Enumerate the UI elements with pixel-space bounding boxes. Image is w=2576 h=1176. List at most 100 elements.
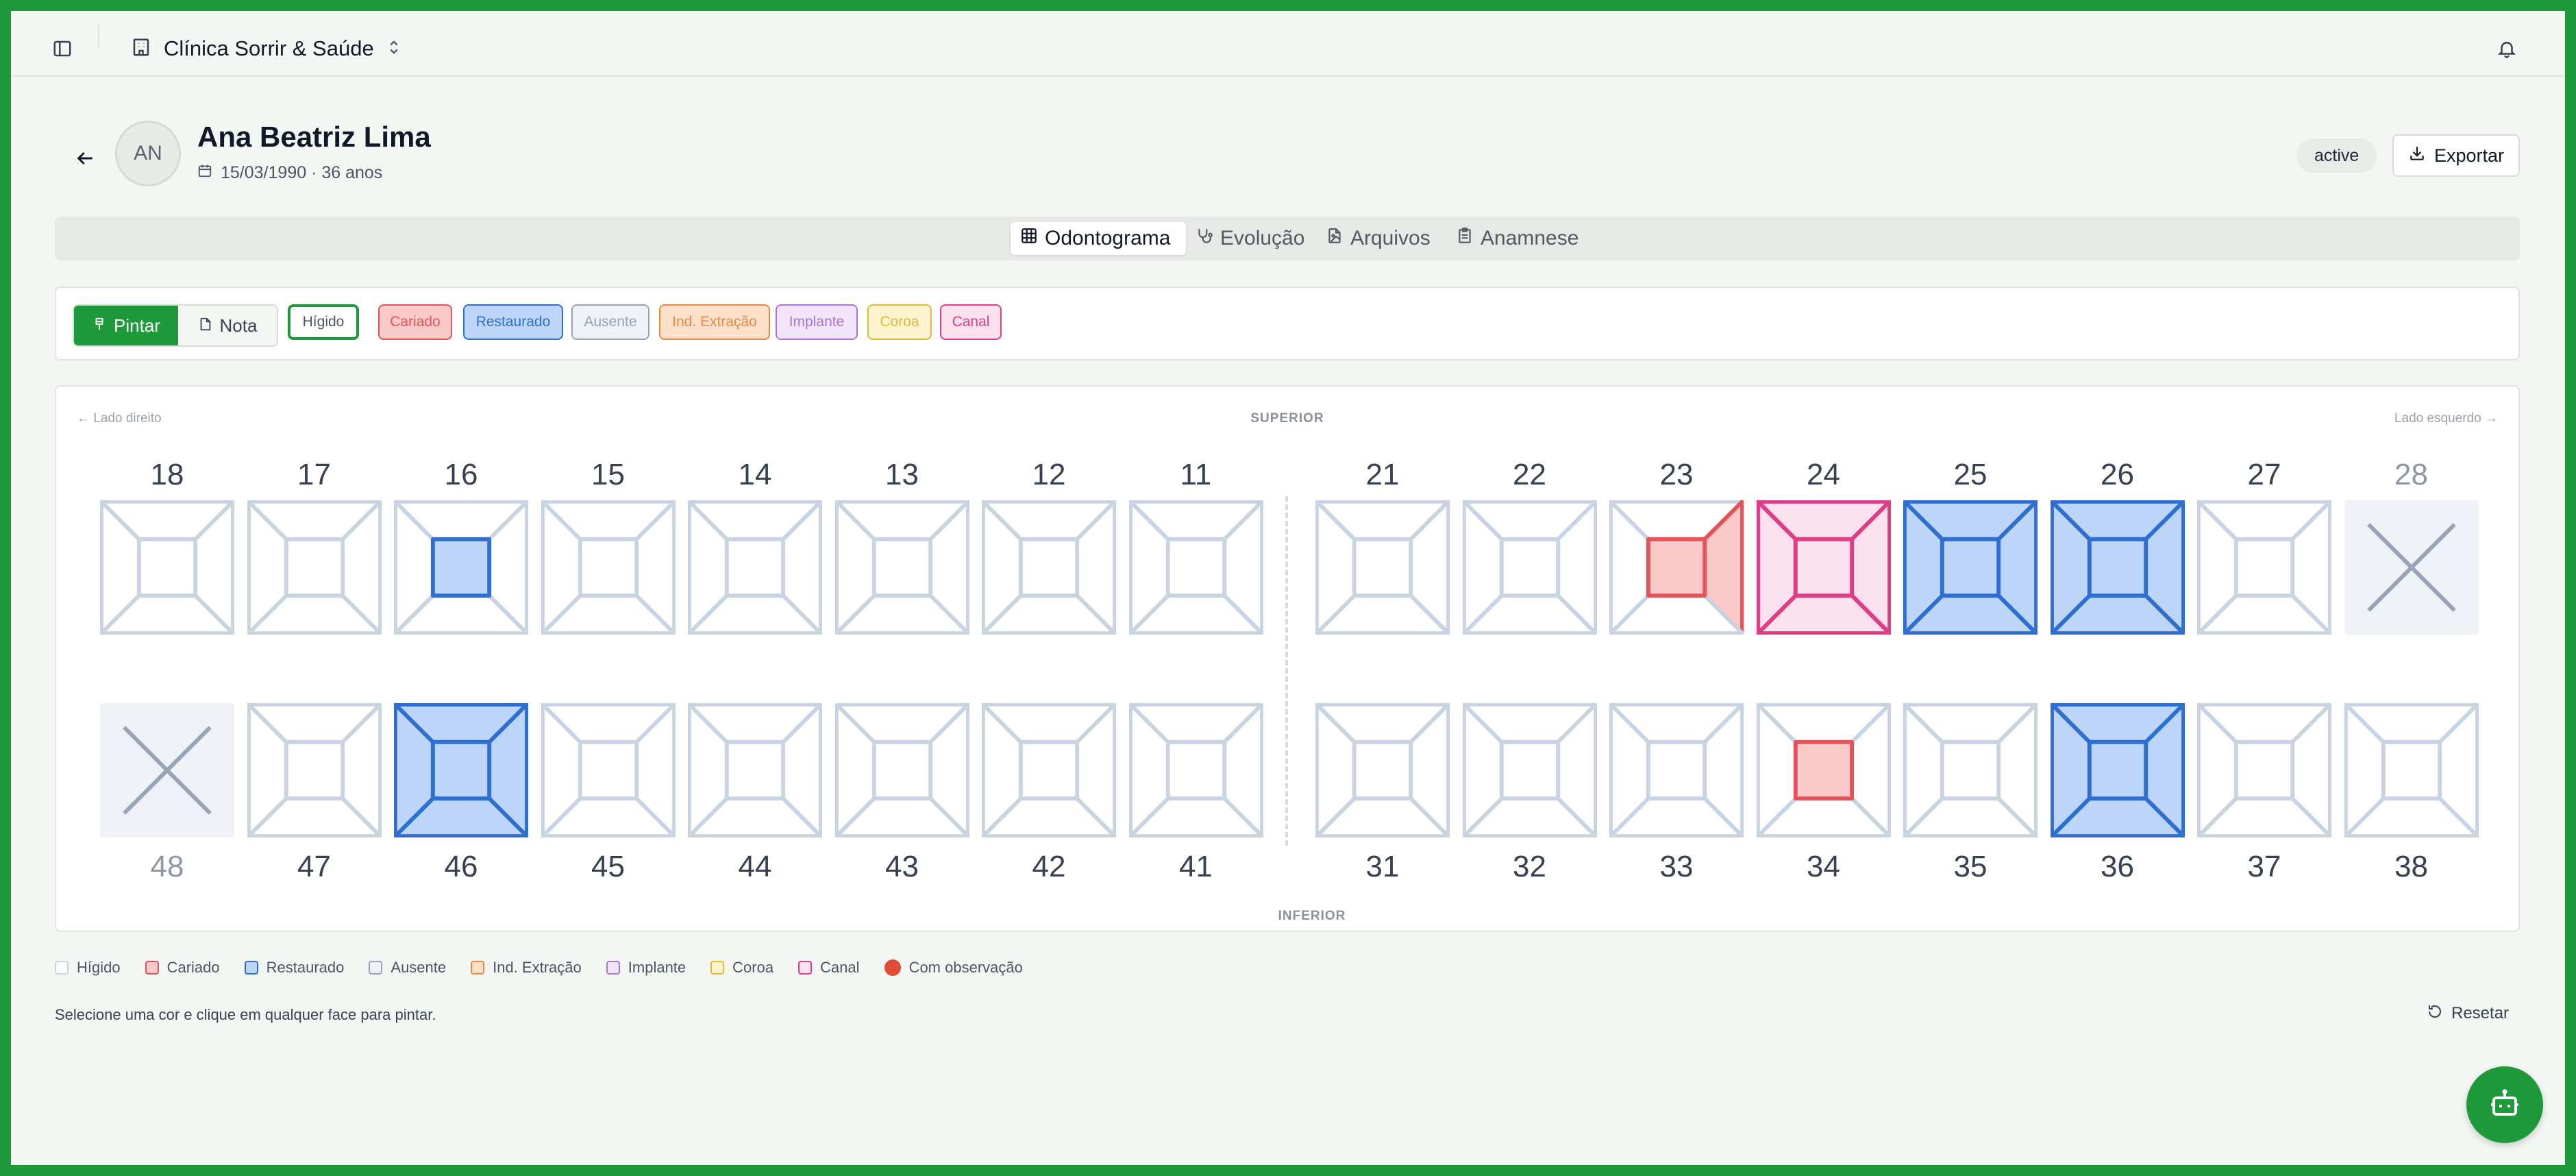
legend-label: Ausente: [391, 959, 447, 976]
legend-label: Ind. Extração: [493, 959, 582, 976]
condition-chip-restaurado[interactable]: Restaurado: [463, 304, 563, 340]
tooth-25[interactable]: [1903, 500, 2038, 635]
avatar: AN: [115, 121, 181, 186]
tooth-16[interactable]: [393, 500, 529, 635]
tooth-face-center[interactable]: [871, 537, 932, 598]
tooth-28[interactable]: [2344, 500, 2479, 635]
tooth-face-center[interactable]: [2087, 739, 2148, 801]
tooth-15[interactable]: [540, 500, 676, 635]
tooth-48[interactable]: [100, 703, 234, 837]
note-label: Nota: [219, 315, 258, 336]
tab-anamnese[interactable]: Anamnese: [1446, 222, 1590, 255]
tooth-13[interactable]: [834, 500, 970, 635]
tooth-face-center[interactable]: [2233, 537, 2295, 598]
tooth-face-center[interactable]: [1940, 739, 2001, 801]
mode-toggle-group: Pintar Nota: [73, 304, 278, 347]
back-arrow-icon[interactable]: [64, 138, 106, 179]
tooth-17[interactable]: [246, 500, 382, 635]
condition-chip-extracao[interactable]: Ind. Extração: [659, 304, 770, 340]
tooth-27[interactable]: [2196, 500, 2332, 635]
tooth-face-center[interactable]: [724, 537, 786, 598]
tooth-face-center[interactable]: [1793, 739, 1854, 801]
note-mode-button[interactable]: Nota: [178, 306, 277, 345]
tooth-face-center[interactable]: [1165, 537, 1226, 598]
tooth-face-center[interactable]: [1499, 537, 1560, 598]
tooth-41[interactable]: [1128, 702, 1264, 838]
tooth-face-center[interactable]: [1646, 739, 1707, 801]
tooth-35[interactable]: [1903, 702, 2038, 838]
patient-birth-age: 15/03/1990 · 36 anos: [221, 163, 383, 182]
tooth-number: 27: [2247, 458, 2281, 491]
tooth-face-center[interactable]: [1165, 739, 1226, 801]
legend-label: Coroa: [732, 959, 774, 976]
export-button[interactable]: Exportar: [2392, 134, 2520, 177]
tooth-37[interactable]: [2196, 702, 2332, 838]
assistant-bot-button[interactable]: [2466, 1066, 2543, 1143]
tooth-26[interactable]: [2049, 500, 2185, 635]
condition-chip-coroa[interactable]: Coroa: [867, 304, 932, 340]
tooth-42[interactable]: [981, 702, 1117, 838]
legend-swatch: [145, 961, 159, 975]
clinic-selector[interactable]: Clínica Sorrir & Saúde: [131, 30, 401, 67]
tab-arquivos[interactable]: Arquivos: [1316, 222, 1446, 255]
tooth-18[interactable]: [99, 500, 235, 635]
tooth-44[interactable]: [687, 702, 823, 838]
condition-chip-canal[interactable]: Canal: [940, 304, 1002, 340]
reset-icon: [2427, 1003, 2443, 1025]
tab-evolucao[interactable]: Evolução: [1186, 222, 1316, 255]
condition-chip-higido[interactable]: Hígido: [288, 304, 359, 340]
tooth-23[interactable]: [1609, 500, 1744, 635]
tooth-32[interactable]: [1461, 702, 1598, 838]
tooth-face-center[interactable]: [724, 739, 786, 801]
tooth-11[interactable]: [1128, 500, 1264, 635]
tooth-face-center[interactable]: [578, 537, 639, 598]
tooth-24[interactable]: [1755, 500, 1892, 635]
legend-label: Implante: [628, 959, 686, 976]
tooth-face-center[interactable]: [2381, 739, 2442, 801]
condition-chip-implante[interactable]: Implante: [776, 304, 858, 340]
tooth-face-center[interactable]: [284, 739, 345, 801]
tooth-face-center[interactable]: [1499, 739, 1560, 801]
tooth-face-center[interactable]: [1793, 537, 1854, 598]
tab-label: Arquivos: [1350, 227, 1431, 249]
notifications-bell-icon[interactable]: [2490, 32, 2524, 66]
tooth-38[interactable]: [2343, 702, 2479, 838]
tooth-face-center[interactable]: [1018, 537, 1080, 598]
tab-odontograma[interactable]: Odontograma: [1011, 222, 1186, 255]
tooth-face-center[interactable]: [1352, 537, 1413, 598]
tooth-31[interactable]: [1315, 702, 1450, 838]
sidebar-toggle-icon[interactable]: [45, 32, 79, 66]
patient-name: Ana Beatriz Lima: [197, 121, 431, 153]
tooth-14[interactable]: [687, 500, 823, 635]
tooth-face-center[interactable]: [430, 537, 492, 598]
tooth-12[interactable]: [981, 500, 1117, 635]
tooth-face-center[interactable]: [1940, 537, 2001, 598]
tooth-face-center[interactable]: [136, 537, 198, 598]
condition-chip-ausente[interactable]: Ausente: [571, 304, 649, 340]
tooth-number: 33: [1659, 850, 1694, 883]
tooth-46[interactable]: [393, 702, 529, 838]
tooth-34[interactable]: [1755, 702, 1892, 838]
tooth-45[interactable]: [540, 702, 676, 838]
tooth-face-center[interactable]: [578, 739, 639, 801]
tooth-face-center[interactable]: [2233, 739, 2295, 801]
tooth-number: 22: [1513, 458, 1546, 491]
tooth-47[interactable]: [246, 702, 382, 838]
tooth-43[interactable]: [834, 702, 970, 838]
legend-label: Hígido: [77, 959, 121, 976]
tooth-22[interactable]: [1461, 500, 1598, 635]
tooth-face-center[interactable]: [871, 739, 932, 801]
condition-chip-cariado[interactable]: Cariado: [378, 304, 452, 340]
paint-mode-button[interactable]: Pintar: [74, 306, 178, 345]
tooth-36[interactable]: [2049, 702, 2185, 838]
tooth-face-center[interactable]: [430, 739, 492, 801]
legend-item-extracao: Ind. Extração: [471, 959, 582, 977]
tooth-21[interactable]: [1315, 500, 1450, 635]
tooth-face-center[interactable]: [1018, 739, 1080, 801]
reset-button[interactable]: Resetar: [2427, 998, 2509, 1029]
tooth-face-center[interactable]: [284, 537, 345, 598]
tooth-face-center[interactable]: [1646, 537, 1707, 598]
tooth-33[interactable]: [1609, 702, 1744, 838]
tooth-face-center[interactable]: [1352, 739, 1413, 801]
tooth-face-center[interactable]: [2087, 537, 2148, 598]
